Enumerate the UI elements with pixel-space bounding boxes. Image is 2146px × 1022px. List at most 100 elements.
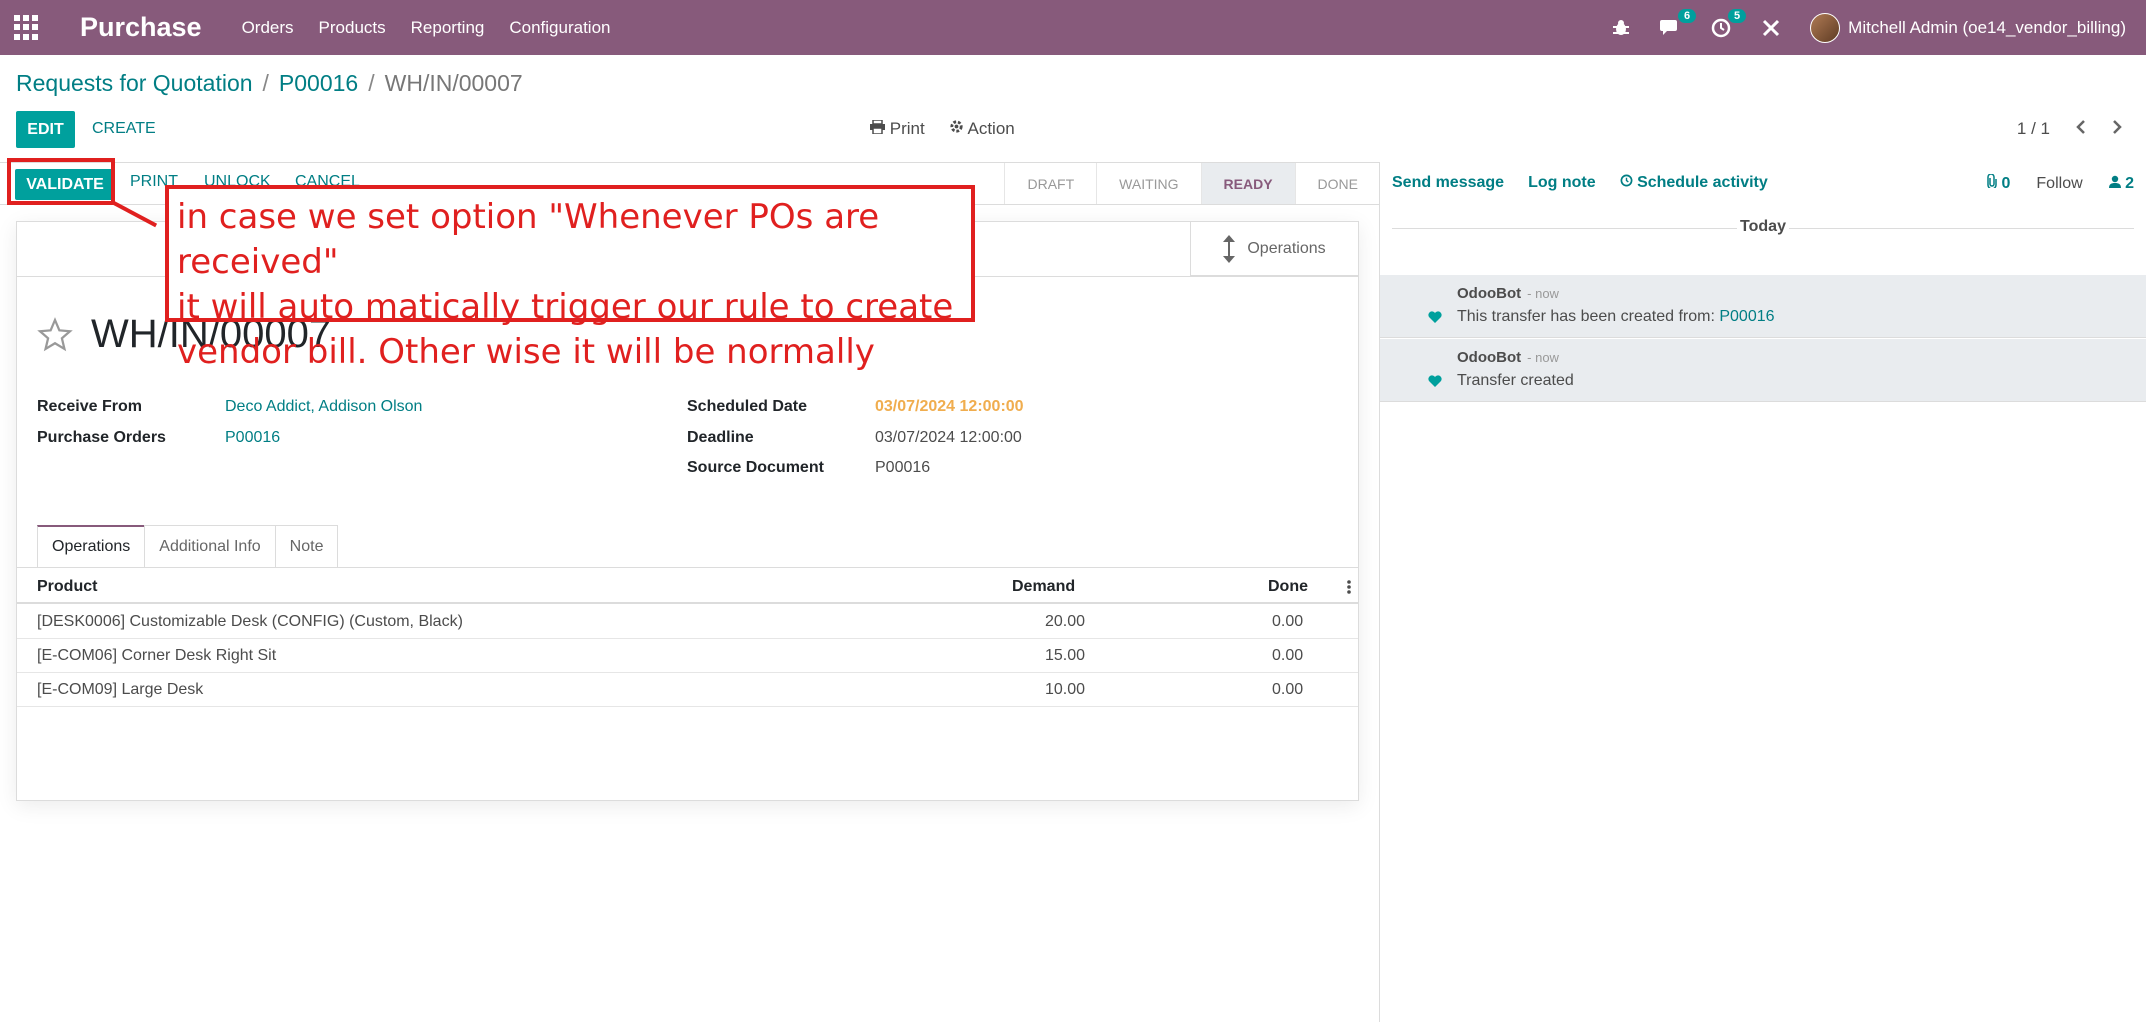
- paperclip-icon: [1987, 173, 1997, 190]
- attachments-button[interactable]: 0: [1987, 173, 2011, 193]
- column-done[interactable]: Done: [1268, 578, 1308, 596]
- breadcrumb-po[interactable]: P00016: [279, 70, 358, 97]
- annotation-highlight-box: [7, 158, 115, 205]
- row-demand: 15.00: [1045, 647, 1086, 664]
- table-row[interactable]: [E-COM06] Corner Desk Right Sit 15.00 0.…: [17, 639, 1358, 673]
- chatter-panel: Send message Log note Schedule activity …: [1379, 162, 2146, 1022]
- notebook-tabs: Operations Additional Info Note: [37, 525, 339, 567]
- chevron-right-icon[interactable]: [2112, 119, 2122, 139]
- author-name: OdooBot: [1457, 349, 1522, 366]
- stage-pipeline: DRAFT WAITING READY DONE: [1004, 163, 1380, 204]
- heart-icon[interactable]: [1428, 375, 1442, 387]
- heart-icon[interactable]: [1428, 311, 1442, 323]
- chatter-actions: Send message Log note Schedule activity: [1392, 174, 1768, 192]
- create-button[interactable]: CREATE: [92, 120, 156, 138]
- pager-value[interactable]: 1 / 1: [2017, 119, 2050, 139]
- schedule-activity-label: Schedule activity: [1637, 174, 1768, 191]
- messages-badge: 6: [1678, 8, 1697, 23]
- source-document-value: P00016: [875, 459, 931, 476]
- stage-waiting: WAITING: [1096, 163, 1200, 204]
- stage-done: DONE: [1294, 163, 1380, 204]
- deadline-label: Deadline: [687, 429, 754, 446]
- printer-icon: [870, 119, 885, 135]
- author-name: OdooBot: [1457, 285, 1522, 302]
- tab-additional-info[interactable]: Additional Info: [144, 525, 276, 567]
- vertical-arrows-icon: [1223, 234, 1236, 263]
- row-done: 0.00: [1272, 613, 1304, 630]
- message-author: OdooBot - now: [1457, 349, 1559, 366]
- action-menu[interactable]: Action: [949, 119, 1015, 139]
- scheduled-date-value: 03/07/2024 12:00:00: [875, 398, 1024, 415]
- tab-note[interactable]: Note: [274, 525, 339, 567]
- log-note-button[interactable]: Log note: [1528, 174, 1596, 192]
- message-time: - now: [1527, 350, 1559, 365]
- chatter-message[interactable]: OdooBot - now This transfer has been crea…: [1380, 275, 2146, 338]
- message-body: This transfer has been created from: P00…: [1457, 308, 1775, 326]
- attachments-count: 0: [2001, 175, 2011, 192]
- row-product: [E-COM09] Large Desk: [37, 681, 204, 698]
- annotation-callout: in case we set option "Whenever POs are …: [165, 185, 975, 372]
- send-message-button[interactable]: Send message: [1392, 174, 1504, 192]
- breadcrumb: Requests for Quotation / P00016 / WH/IN/…: [16, 70, 523, 97]
- chevron-left-icon[interactable]: [2076, 119, 2086, 139]
- row-demand: 20.00: [1045, 613, 1086, 630]
- scheduled-date-label: Scheduled Date: [687, 398, 808, 415]
- user-icon: [2108, 175, 2121, 188]
- user-menu[interactable]: Mitchell Admin (oe14_vendor_billing): [1848, 18, 2126, 38]
- message-text: This transfer has been created from:: [1457, 308, 1715, 325]
- user-avatar[interactable]: [1810, 12, 1841, 43]
- column-product[interactable]: Product: [37, 578, 97, 596]
- row-demand: 10.00: [1045, 681, 1086, 698]
- followers-button[interactable]: 2: [2108, 174, 2134, 193]
- messages-icon[interactable]: 6: [1660, 8, 1697, 39]
- table-row[interactable]: [DESK0006] Customizable Desk (CONFIG) (C…: [17, 605, 1358, 639]
- deadline-value: 03/07/2024 12:00:00: [875, 429, 1022, 446]
- chatter-message[interactable]: OdooBot - now Transfer created: [1380, 339, 2146, 402]
- receive-from-value[interactable]: Deco Addict, Addison Olson: [225, 398, 422, 416]
- breadcrumb-rfq[interactable]: Requests for Quotation: [16, 70, 253, 97]
- breadcrumb-current: WH/IN/00007: [384, 70, 523, 96]
- row-done: 0.00: [1272, 647, 1304, 664]
- message-time: - now: [1527, 286, 1559, 301]
- schedule-activity-button[interactable]: Schedule activity: [1620, 174, 1768, 192]
- followers-count: 2: [2125, 174, 2134, 192]
- follow-button[interactable]: Follow: [2036, 175, 2082, 193]
- receive-from-label: Receive From: [37, 398, 142, 415]
- table-row[interactable]: [E-COM09] Large Desk 10.00 0.00: [17, 673, 1358, 707]
- menu-products[interactable]: Products: [319, 18, 386, 38]
- activities-clock-icon[interactable]: 5: [1710, 8, 1747, 39]
- breadcrumb-separator: /: [368, 70, 375, 96]
- apps-menu-icon[interactable]: [14, 14, 40, 41]
- stage-draft: DRAFT: [1004, 163, 1096, 204]
- edit-button[interactable]: EDIT: [16, 111, 75, 148]
- message-link[interactable]: P00016: [1719, 308, 1774, 325]
- row-done: 0.00: [1272, 681, 1304, 698]
- purchase-orders-value[interactable]: P00016: [225, 429, 280, 447]
- smart-button-label: Operations: [1247, 239, 1326, 257]
- print-menu[interactable]: Print: [870, 119, 925, 139]
- app-name[interactable]: Purchase: [80, 12, 202, 43]
- action-menus: Print Action: [870, 119, 1015, 139]
- debug-bug-icon[interactable]: [1610, 17, 1632, 39]
- annotation-text: in case we set option "Whenever POs are …: [177, 197, 954, 372]
- stage-ready: READY: [1200, 163, 1295, 204]
- star-icon[interactable]: [37, 316, 73, 353]
- menu-configuration[interactable]: Configuration: [509, 18, 610, 38]
- chatter-followers-bar: 0 Follow 2: [1987, 173, 2134, 193]
- activities-badge: 5: [1728, 8, 1747, 23]
- row-product: [DESK0006] Customizable Desk (CONFIG) (C…: [37, 613, 463, 630]
- tab-operations[interactable]: Operations: [37, 525, 146, 567]
- column-demand[interactable]: Demand: [1012, 578, 1075, 596]
- menu-reporting[interactable]: Reporting: [411, 18, 485, 38]
- menu-orders[interactable]: Orders: [242, 18, 294, 38]
- operations-table-header: Product Demand Done: [17, 568, 1358, 604]
- tools-icon[interactable]: [1760, 17, 1782, 39]
- purchase-orders-label: Purchase Orders: [37, 429, 166, 446]
- date-separator: Today: [1380, 218, 2146, 236]
- gear-icon: [950, 120, 963, 133]
- breadcrumb-separator: /: [262, 70, 269, 96]
- optional-columns-icon[interactable]: [1347, 580, 1351, 594]
- pager: 1 / 1: [2017, 119, 2122, 139]
- operations-smart-button[interactable]: Operations: [1190, 222, 1358, 276]
- row-product: [E-COM06] Corner Desk Right Sit: [37, 647, 277, 664]
